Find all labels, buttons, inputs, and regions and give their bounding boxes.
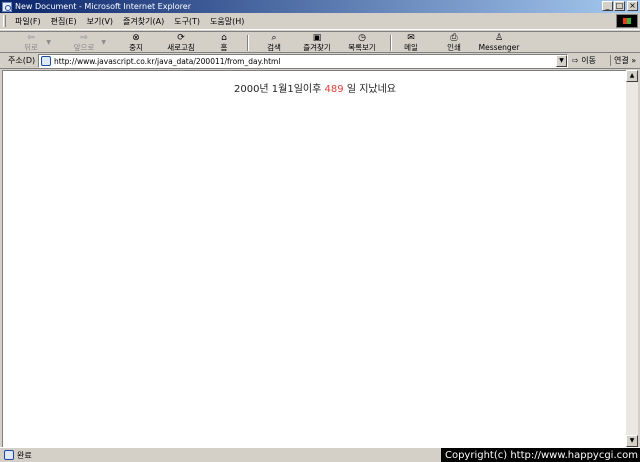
message-suffix: 일 지났네요 xyxy=(346,84,396,95)
menu-grip[interactable] xyxy=(3,15,6,27)
print-icon: ⎙ xyxy=(450,33,458,43)
page-content: 2000년 1월1일이후 489 일 지났네요 xyxy=(2,70,626,447)
window-title: New Document - Microsoft Internet Explor… xyxy=(15,2,191,11)
menu-help[interactable]: 도움말(H) xyxy=(205,16,249,27)
page-status-icon xyxy=(4,450,14,460)
address-url[interactable]: http://www.javascript.co.kr/java_data/20… xyxy=(54,57,280,66)
days-count: 489 xyxy=(324,84,344,95)
print-label: 인쇄 xyxy=(447,43,461,52)
menu-file[interactable]: 파일(F) xyxy=(10,16,46,27)
vertical-scrollbar[interactable]: ▲ ▼ xyxy=(626,70,638,447)
menu-tools[interactable]: 도구(T) xyxy=(169,16,205,27)
favorites-icon: ▣ xyxy=(312,33,322,43)
history-label: 목록보기 xyxy=(348,43,376,52)
search-icon: ⌕ xyxy=(271,33,277,43)
address-label: 주소(D) xyxy=(8,56,36,65)
toolbar-separator xyxy=(247,35,249,51)
forward-label: 앞으로 xyxy=(73,43,95,52)
go-button[interactable]: ⇨ 이동 xyxy=(572,55,596,66)
toolbar-separator xyxy=(390,35,392,51)
menu-favorites[interactable]: 즐겨찾기(A) xyxy=(118,16,169,27)
days-message: 2000년 1월1일이후 489 일 지났네요 xyxy=(3,80,627,95)
refresh-button[interactable]: ⟳ 새로고침 xyxy=(163,33,199,53)
search-button[interactable]: ⌕ 검색 xyxy=(263,33,285,53)
mail-label: 메일 xyxy=(404,43,418,52)
go-label: 이동 xyxy=(581,56,596,65)
messenger-icon: ♙ xyxy=(494,33,504,43)
address-bar: 주소(D) http://www.javascript.co.kr/java_d… xyxy=(0,53,640,69)
links-button[interactable]: 연결 » xyxy=(610,55,636,66)
favorites-button[interactable]: ▣ 즐겨찾기 xyxy=(300,33,334,53)
standard-toolbar: ⇦ 뒤로 ▼ ⇨ 앞으로 ▼ ⊗ 중지 ⟳ 새로고침 ⌂ 홈 ⌕ 검색 ▣ 즐겨… xyxy=(0,31,640,53)
forward-dropdown-icon[interactable]: ▼ xyxy=(101,39,106,46)
back-label: 뒤로 xyxy=(24,43,38,52)
menu-bar: 파일(F) 편집(E) 보기(V) 즐겨찾기(A) 도구(T) 도움말(H) xyxy=(0,13,640,30)
scroll-down-icon[interactable]: ▼ xyxy=(626,435,638,447)
history-icon: ◷ xyxy=(358,33,366,43)
back-arrow-icon: ⇦ xyxy=(27,33,35,43)
back-button[interactable]: ⇦ 뒤로 ▼ xyxy=(20,33,51,53)
forward-arrow-icon: ⇨ xyxy=(80,33,88,43)
status-text: 완료 xyxy=(17,450,32,460)
address-input[interactable]: http://www.javascript.co.kr/java_data/20… xyxy=(38,54,568,68)
message-prefix: 2000년 1월1일이후 xyxy=(233,84,322,95)
messenger-label: Messenger xyxy=(478,43,520,52)
window-controls: _ □ × xyxy=(601,1,638,11)
mail-icon: ✉ xyxy=(407,33,415,43)
refresh-icon: ⟳ xyxy=(177,33,185,43)
scroll-up-icon[interactable]: ▲ xyxy=(626,70,638,82)
stop-icon: ⊗ xyxy=(132,33,140,43)
favorites-label: 즐겨찾기 xyxy=(303,43,331,52)
menu-edit[interactable]: 편집(E) xyxy=(46,16,82,27)
home-label: 홈 xyxy=(220,43,228,52)
home-button[interactable]: ⌂ 홈 xyxy=(216,33,232,53)
forward-button[interactable]: ⇨ 앞으로 ▼ xyxy=(71,33,106,53)
refresh-label: 새로고침 xyxy=(167,43,195,52)
mail-button[interactable]: ✉ 메일 xyxy=(400,33,422,53)
history-button[interactable]: ◷ 목록보기 xyxy=(345,33,379,53)
close-button[interactable]: × xyxy=(627,1,638,11)
stop-button[interactable]: ⊗ 중지 xyxy=(125,33,147,53)
maximize-button[interactable]: □ xyxy=(614,1,625,11)
stop-label: 중지 xyxy=(129,43,143,52)
home-icon: ⌂ xyxy=(221,33,227,43)
search-label: 검색 xyxy=(267,43,281,52)
page-icon xyxy=(41,56,51,66)
address-dropdown-icon[interactable]: ▼ xyxy=(556,55,567,67)
menu-view[interactable]: 보기(V) xyxy=(82,16,118,27)
title-bar: New Document - Microsoft Internet Explor… xyxy=(0,0,640,13)
print-button[interactable]: ⎙ 인쇄 xyxy=(445,33,463,53)
status-bar: 완료 Copyright(c) http://www.happycgi.com xyxy=(0,447,640,462)
copyright-banner: Copyright(c) http://www.happycgi.com xyxy=(440,448,640,462)
windows-logo-icon xyxy=(616,14,638,28)
back-dropdown-icon[interactable]: ▼ xyxy=(46,39,51,46)
messenger-button[interactable]: ♙ Messenger xyxy=(477,33,521,53)
ie-icon xyxy=(2,1,12,12)
minimize-button[interactable]: _ xyxy=(602,1,613,11)
